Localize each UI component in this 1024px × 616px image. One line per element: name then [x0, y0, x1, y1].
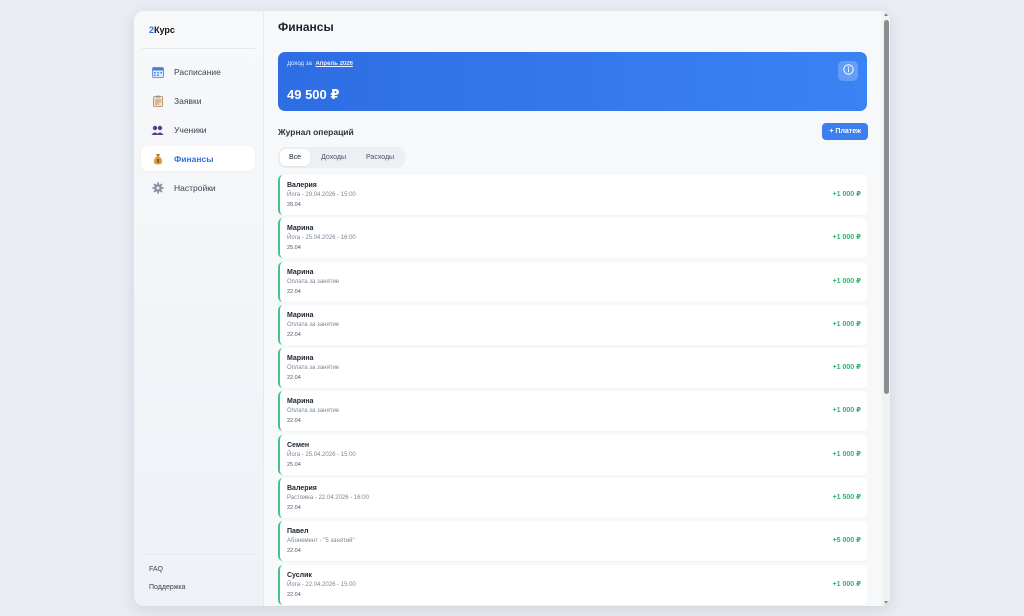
- operation-row[interactable]: Семен Йога - 25.04.2026 - 15:00 25.04 +1…: [278, 434, 867, 475]
- scroll-up-arrow-icon[interactable]: [884, 13, 888, 16]
- operation-amount: +1 000 ₽: [832, 320, 861, 328]
- sidebar-item-finance[interactable]: $ Финансы: [141, 146, 255, 171]
- income-value: 49 500 ₽: [287, 87, 340, 102]
- sidebar-item-students[interactable]: Ученики: [141, 117, 255, 142]
- calendar-icon: [151, 65, 164, 78]
- sidebar: 2Курс Расписание Заявки Ученики $ Финанс…: [134, 11, 264, 606]
- operation-amount: +1 000 ₽: [832, 277, 861, 285]
- svg-text:$: $: [156, 158, 160, 164]
- operation-amount: +1 000 ₽: [832, 407, 861, 415]
- operation-description: Растяжка - 22.04.2026 - 16:00: [287, 495, 369, 502]
- operation-name: Марина: [287, 225, 314, 233]
- operation-description: Йога - 25.04.2026 - 15:00: [287, 451, 356, 458]
- filter-tabs: Все Доходы Расходы: [278, 147, 406, 168]
- sidebar-item-label: Финансы: [174, 153, 214, 164]
- operation-name: Марина: [287, 355, 314, 363]
- sidebar-item-requests[interactable]: Заявки: [141, 88, 255, 113]
- operation-row[interactable]: Суслик Йога - 22.04.2026 - 15:00 22.04 +…: [278, 564, 867, 605]
- operation-description: Оплата за занятие: [287, 278, 340, 285]
- operation-row[interactable]: Марина Оплата за занятие 22.04 +1 000 ₽: [278, 348, 867, 389]
- sidebar-item-settings[interactable]: Настройки: [141, 175, 255, 200]
- operation-row[interactable]: Марина Оплата за занятие 22.04 +1 000 ₽: [278, 261, 867, 302]
- operation-amount: +1 000 ₽: [832, 580, 861, 588]
- sidebar-divider: [142, 48, 255, 49]
- info-icon: [842, 62, 854, 80]
- operation-date: 25.04: [287, 461, 301, 468]
- vertical-scrollbar[interactable]: [882, 11, 890, 606]
- info-button[interactable]: [838, 61, 858, 81]
- operation-date: 28.04: [287, 202, 301, 208]
- gear-icon: [151, 181, 164, 194]
- scroll-down-arrow-icon[interactable]: [884, 601, 888, 604]
- operation-date: 22.04: [287, 548, 301, 555]
- operation-row[interactable]: Марина Оплата за занятие 22.04 +1 000 ₽: [278, 304, 867, 345]
- tab-expenses[interactable]: Расходы: [357, 149, 403, 166]
- operation-amount: +5 000 ₽: [832, 537, 861, 545]
- operation-name: Семен: [287, 441, 310, 449]
- operation-date: 22.04: [287, 331, 301, 338]
- operation-description: Оплата за занятие: [287, 365, 340, 372]
- operation-row[interactable]: Павел Абонемент - "5 занятий" 22.04 +5 0…: [278, 521, 867, 562]
- operation-row[interactable]: Валерия Йога - 29.04.2026 - 15:00 28.04 …: [278, 175, 867, 215]
- students-icon: [151, 123, 164, 136]
- tab-all[interactable]: Все: [280, 149, 311, 166]
- operation-description: Йога - 22.04.2026 - 15:00: [287, 581, 356, 588]
- operation-name: Валерия: [287, 485, 317, 493]
- operation-date: 22.04: [287, 375, 301, 382]
- operation-row[interactable]: Валерия Растяжка - 22.04.2026 - 16:00 22…: [278, 478, 867, 519]
- operation-date: 22.04: [287, 505, 301, 512]
- operation-amount: +1 500 ₽: [832, 494, 861, 502]
- operation-description: Абонемент - "5 занятий": [287, 538, 355, 545]
- income-card: Доход за Апрель 2026 49 500 ₽: [278, 52, 867, 111]
- operation-amount: +1 000 ₽: [832, 364, 861, 372]
- operation-row[interactable]: Марина Оплата за занятие 22.04 +1 000 ₽: [278, 391, 867, 432]
- tab-income[interactable]: Доходы: [312, 149, 355, 166]
- operation-date: 22.04: [287, 418, 301, 425]
- sidebar-nav: Расписание Заявки Ученики $ Финансы Наст…: [141, 59, 255, 204]
- operation-amount: +1 000 ₽: [832, 191, 861, 198]
- income-month-selector[interactable]: Апрель 2026: [315, 61, 352, 67]
- operations-list: Валерия Йога - 29.04.2026 - 15:00 28.04 …: [278, 175, 867, 606]
- operation-amount: +1 000 ₽: [832, 450, 861, 458]
- operation-name: Марина: [287, 268, 314, 276]
- logo: 2Курс: [149, 25, 175, 35]
- operation-description: Йога - 25.04.2026 - 16:00: [287, 235, 356, 242]
- operation-row[interactable]: Марина Йога - 25.04.2026 - 16:00 25.04 +…: [278, 218, 867, 259]
- operation-name: Павел: [287, 528, 309, 536]
- scroll-thumb[interactable]: [884, 20, 889, 394]
- money-bag-icon: $: [151, 152, 164, 165]
- operation-name: Марина: [287, 398, 314, 406]
- page-title: Финансы: [278, 20, 334, 34]
- operation-name: Валерия: [287, 182, 317, 189]
- operation-description: Оплата за занятие: [287, 408, 340, 415]
- journal-title: Журнал операций: [278, 127, 354, 137]
- logo-suffix: Курс: [154, 25, 175, 35]
- sidebar-item-label: Расписание: [174, 66, 221, 77]
- operation-description: Йога - 29.04.2026 - 15:00: [287, 192, 356, 198]
- operation-name: Суслик: [287, 571, 312, 579]
- sidebar-item-label: Ученики: [174, 124, 207, 135]
- sidebar-item-label: Заявки: [174, 95, 202, 106]
- sidebar-item-label: Настройки: [174, 182, 216, 193]
- add-payment-button[interactable]: + Платеж: [822, 123, 868, 140]
- faq-link[interactable]: FAQ: [149, 566, 163, 573]
- sidebar-item-schedule[interactable]: Расписание: [141, 59, 255, 84]
- app-window: 2Курс Расписание Заявки Ученики $ Финанс…: [134, 11, 890, 606]
- operation-amount: +1 000 ₽: [832, 234, 861, 242]
- operation-date: 22.04: [287, 591, 301, 598]
- clipboard-icon: [151, 94, 164, 107]
- income-label-text: Доход за: [287, 61, 312, 67]
- operation-name: Марина: [287, 311, 314, 319]
- operation-date: 22.04: [287, 288, 301, 295]
- income-label: Доход за Апрель 2026: [287, 61, 353, 67]
- operation-date: 25.04: [287, 245, 301, 252]
- operation-description: Оплата за занятие: [287, 321, 340, 328]
- sidebar-bottom-divider: [142, 554, 255, 555]
- main-content: Финансы Доход за Апрель 2026 49 500 ₽ Жу…: [264, 11, 890, 606]
- support-link[interactable]: Поддержка: [149, 584, 186, 591]
